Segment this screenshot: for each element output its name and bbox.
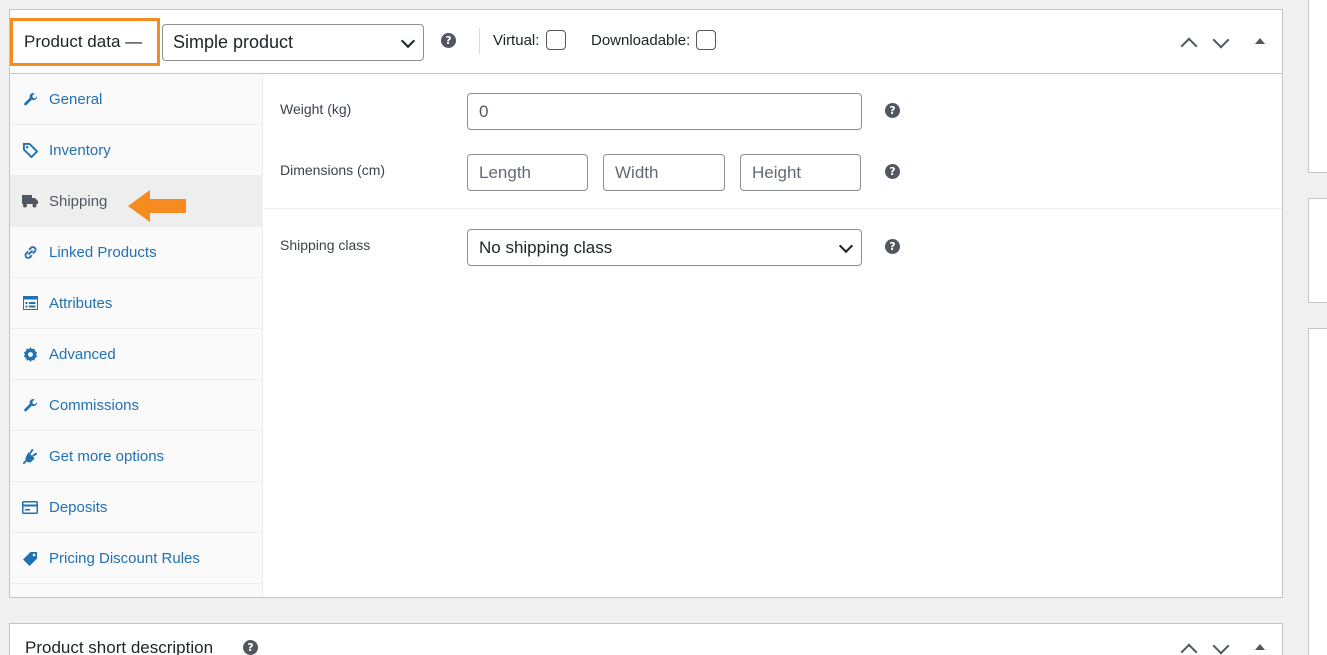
downloadable-label: Downloadable: xyxy=(591,32,691,49)
shipping-class-select[interactable]: No shipping class xyxy=(467,229,862,266)
gear-icon xyxy=(22,346,38,362)
product-type-select[interactable]: Simple product xyxy=(162,24,424,61)
virtual-checkbox[interactable] xyxy=(546,30,566,50)
collapse-toggle-icon[interactable] xyxy=(1255,38,1265,44)
tab-attributes[interactable]: Attributes xyxy=(10,278,263,329)
arrow-pointer-icon xyxy=(128,190,186,222)
product-data-tabs: General Inventory Shipping Linked Produc… xyxy=(10,74,263,597)
height-input[interactable]: Height xyxy=(740,154,861,191)
wrench-icon xyxy=(22,397,38,413)
move-down-icon[interactable] xyxy=(1212,637,1230,655)
tab-label: Attributes xyxy=(49,294,113,312)
truck-icon xyxy=(22,193,38,209)
plugin-icon xyxy=(22,448,38,464)
tab-label: Pricing Discount Rules xyxy=(49,549,200,567)
short-description-title: Product short description xyxy=(25,638,214,655)
short-description-panel: Product short description ? xyxy=(9,623,1283,655)
tab-get-more-options[interactable]: Get more options xyxy=(10,431,263,482)
tab-pricing-discount-rules[interactable]: Pricing Discount Rules xyxy=(10,533,263,584)
tab-label: Linked Products xyxy=(49,243,157,261)
divider xyxy=(264,208,1282,209)
width-input[interactable]: Width xyxy=(603,154,725,191)
list-icon xyxy=(22,295,38,311)
help-icon[interactable]: ? xyxy=(885,239,900,254)
tab-label: Get more options xyxy=(49,447,165,465)
sidebar-box xyxy=(1308,328,1327,655)
tab-general[interactable]: General xyxy=(10,74,263,125)
tab-label: General xyxy=(49,90,103,108)
tab-deposits[interactable]: Deposits xyxy=(10,482,263,533)
chevron-down-icon xyxy=(400,33,416,48)
tab-inventory[interactable]: Inventory xyxy=(10,125,263,176)
divider xyxy=(479,28,480,54)
product-data-header: Product data — Simple product ? Virtual:… xyxy=(10,10,1282,74)
shipping-panel: Weight (kg) 0 ? Dimensions (cm) Length W… xyxy=(264,74,1282,597)
move-up-icon[interactable] xyxy=(1180,643,1198,655)
dimensions-label: Dimensions (cm) xyxy=(280,162,386,178)
tag-icon xyxy=(22,142,38,158)
collapse-toggle-icon[interactable] xyxy=(1255,644,1265,650)
chevron-down-icon xyxy=(838,238,854,253)
product-data-title: Product data — xyxy=(10,18,160,66)
tab-label: Shipping xyxy=(49,192,108,210)
tab-commissions[interactable]: Commissions xyxy=(10,380,263,431)
sidebar-box xyxy=(1308,0,1327,173)
wrench-icon xyxy=(22,91,38,107)
weight-label: Weight (kg) xyxy=(280,101,352,117)
tab-label: Deposits xyxy=(49,498,108,516)
help-icon[interactable]: ? xyxy=(441,33,456,48)
help-icon[interactable]: ? xyxy=(885,164,900,179)
tab-label: Inventory xyxy=(49,141,111,159)
help-icon[interactable]: ? xyxy=(885,103,900,118)
tag-icon xyxy=(22,550,38,566)
tab-advanced[interactable]: Advanced xyxy=(10,329,263,380)
shipping-class-value: No shipping class xyxy=(479,237,613,257)
product-data-panel: Product data — Simple product ? Virtual:… xyxy=(9,9,1283,598)
link-icon xyxy=(22,244,38,260)
length-input[interactable]: Length xyxy=(467,154,588,191)
downloadable-checkbox[interactable] xyxy=(696,30,716,50)
card-icon xyxy=(22,499,38,515)
virtual-label: Virtual: xyxy=(493,32,540,49)
tab-label: Advanced xyxy=(49,345,116,363)
move-down-icon[interactable] xyxy=(1212,31,1230,49)
tab-label: Commissions xyxy=(49,396,140,414)
shipping-class-label: Shipping class xyxy=(280,237,371,253)
move-up-icon[interactable] xyxy=(1180,37,1198,55)
tab-linked-products[interactable]: Linked Products xyxy=(10,227,263,278)
help-icon[interactable]: ? xyxy=(243,640,258,655)
product-type-value: Simple product xyxy=(173,32,294,52)
sidebar-box xyxy=(1308,198,1327,303)
weight-input[interactable]: 0 xyxy=(467,93,862,130)
